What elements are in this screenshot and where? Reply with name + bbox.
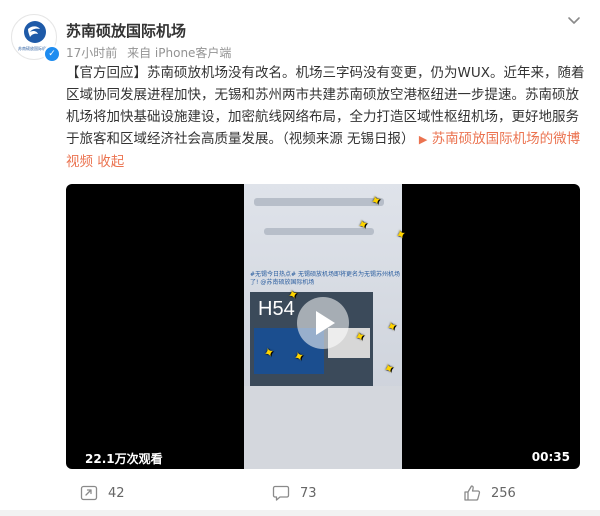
like-button[interactable]: 256	[463, 484, 516, 502]
video-duration: 00:35	[531, 450, 570, 464]
frame-hashtag-text: #无锡今日热点# 无锡硕放机场即将更名为无锡苏州机场了! @苏南硕放国际机场	[250, 271, 400, 286]
collapse-link[interactable]: 收起	[97, 154, 124, 170]
like-count: 256	[491, 485, 516, 501]
repost-count: 42	[108, 485, 125, 501]
post-meta: 17小时前 来自 iPhone客户端	[66, 44, 231, 61]
comment-button[interactable]: 73	[272, 484, 317, 502]
play-icon	[316, 311, 335, 335]
post-text: 【官方回应】苏南硕放机场没有改名。机场三字码没有变更，仍为WUX。近年来，随着区…	[66, 62, 588, 173]
card-divider	[0, 510, 600, 516]
frame-bottom	[244, 386, 402, 469]
repost-icon	[80, 485, 98, 501]
play-button[interactable]	[297, 297, 349, 349]
frame-blur-bar	[264, 228, 374, 235]
post-time[interactable]: 17小时前	[66, 46, 117, 60]
video-player[interactable]: #无锡今日热点# 无锡硕放机场即将更名为无锡苏州机场了! @苏南硕放国际机场 H…	[66, 184, 580, 469]
verified-badge-icon: ✓	[43, 45, 61, 63]
chevron-down-icon[interactable]	[566, 12, 582, 28]
post-source: 来自 iPhone客户端	[127, 46, 232, 60]
frame-blur-bar	[254, 198, 384, 206]
video-play-icon: ▶	[418, 133, 428, 146]
thumbs-up-icon	[464, 485, 481, 501]
repost-button[interactable]: 42	[80, 484, 125, 502]
comment-icon	[272, 485, 290, 501]
weibo-post-card: 苏南硕放国际机场 ✓ 苏南硕放国际机场 17小时前 来自 iPhone客户端 【…	[0, 0, 600, 516]
comment-count: 73	[300, 485, 317, 501]
author-name[interactable]: 苏南硕放国际机场	[66, 20, 186, 41]
airport-logo-icon	[24, 21, 46, 43]
view-count: 22.1万次观看	[85, 452, 163, 466]
